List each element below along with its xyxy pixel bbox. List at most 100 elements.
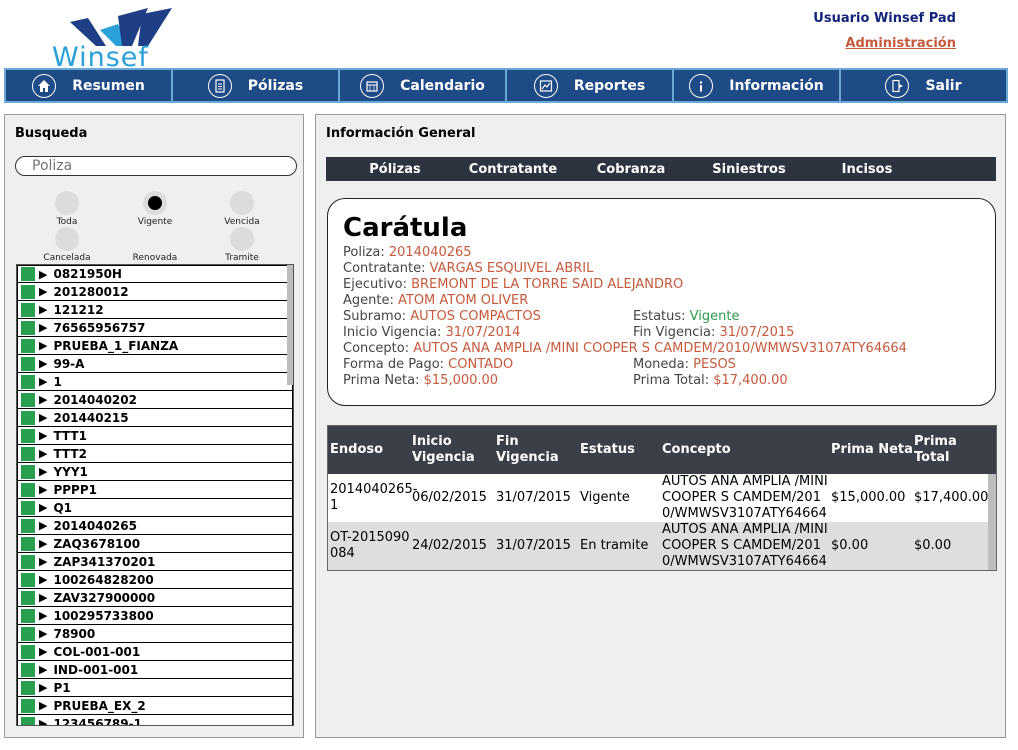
- nav-reportes[interactable]: Reportes: [507, 70, 674, 101]
- list-item-label: TTT1: [53, 428, 87, 443]
- list-item[interactable]: ▶ 121212: [17, 301, 293, 319]
- list-item[interactable]: ▶ TTT2: [17, 445, 293, 463]
- expand-arrow-icon[interactable]: ▶: [39, 411, 47, 424]
- expand-arrow-icon[interactable]: ▶: [39, 555, 47, 568]
- expand-arrow-icon[interactable]: ▶: [39, 321, 47, 334]
- filter-label: Cancelada: [43, 253, 91, 263]
- nav-resumen[interactable]: Resumen: [6, 70, 173, 101]
- tab-polizas[interactable]: Pólizas: [336, 157, 454, 181]
- list-item[interactable]: ▶ 0821950H: [17, 265, 293, 283]
- list-item[interactable]: ▶ PPPP1: [17, 481, 293, 499]
- status-marker: [21, 572, 35, 587]
- nav-polizas[interactable]: Pólizas: [173, 70, 340, 101]
- expand-arrow-icon[interactable]: ▶: [39, 519, 47, 532]
- expand-arrow-icon[interactable]: ▶: [39, 465, 47, 478]
- col-prima-total[interactable]: Prima Total: [914, 426, 996, 474]
- tab-cobranza[interactable]: Cobranza: [572, 157, 690, 181]
- status-marker: [21, 320, 35, 335]
- list-item[interactable]: ▶ 78900: [17, 625, 293, 643]
- expand-arrow-icon[interactable]: ▶: [39, 699, 47, 712]
- expand-arrow-icon[interactable]: ▶: [39, 501, 47, 514]
- status-marker: [21, 626, 35, 641]
- expand-arrow-icon[interactable]: ▶: [39, 375, 47, 388]
- chart-icon: [533, 73, 558, 98]
- endosos-table: Endoso Inicio Vigencia Fin Vigencia Esta…: [327, 425, 997, 571]
- list-item[interactable]: ▶ 100264828200: [17, 571, 293, 589]
- list-item[interactable]: ▶ PRUEBA_EX_2: [17, 697, 293, 715]
- expand-arrow-icon[interactable]: ▶: [39, 609, 47, 622]
- filter-renovada[interactable]: Renovada: [115, 227, 195, 263]
- filter-toda[interactable]: Toda: [27, 191, 107, 227]
- table-row[interactable]: OT-2015090084 24/02/2015 31/07/2015 En t…: [328, 522, 996, 570]
- field-value: VARGAS ESQUIVEL ABRIL: [429, 261, 594, 276]
- nav-calendario[interactable]: Calendario: [340, 70, 507, 101]
- expand-arrow-icon[interactable]: ▶: [39, 591, 47, 604]
- filter-vencida[interactable]: Vencida: [202, 191, 282, 227]
- tab-incisos[interactable]: Incisos: [808, 157, 926, 181]
- list-item[interactable]: ▶ P1: [17, 679, 293, 697]
- list-item[interactable]: ▶ IND-001-001: [17, 661, 293, 679]
- expand-arrow-icon[interactable]: ▶: [39, 717, 47, 725]
- expand-arrow-icon[interactable]: ▶: [39, 285, 47, 298]
- expand-arrow-icon[interactable]: ▶: [39, 268, 47, 281]
- expand-arrow-icon[interactable]: ▶: [39, 483, 47, 496]
- expand-arrow-icon[interactable]: ▶: [39, 537, 47, 550]
- list-item[interactable]: ▶ ZAQ3678100: [17, 535, 293, 553]
- col-prima-neta[interactable]: Prima Neta: [831, 426, 913, 474]
- expand-arrow-icon[interactable]: ▶: [39, 357, 47, 370]
- filter-vigente[interactable]: Vigente: [115, 191, 195, 227]
- table-scrollbar[interactable]: [988, 474, 996, 570]
- list-item[interactable]: ▶ 201280012: [17, 283, 293, 301]
- list-item-label: 1: [53, 374, 62, 389]
- col-inicio-vigencia[interactable]: Inicio Vigencia: [412, 426, 478, 474]
- list-item[interactable]: ▶ ZAV327900000: [17, 589, 293, 607]
- nav-informacion[interactable]: Información: [674, 70, 841, 101]
- expand-arrow-icon[interactable]: ▶: [39, 573, 47, 586]
- col-fin-vigencia[interactable]: Fin Vigencia: [496, 426, 582, 474]
- expand-arrow-icon[interactable]: ▶: [39, 339, 47, 352]
- admin-link[interactable]: Administración: [845, 36, 956, 51]
- list-item[interactable]: ▶ Q1: [17, 499, 293, 517]
- list-item[interactable]: ▶ PRUEBA_1_FIANZA: [17, 337, 293, 355]
- list-item-label: IND-001-001: [53, 662, 139, 677]
- expand-arrow-icon[interactable]: ▶: [39, 681, 47, 694]
- list-scrollbar[interactable]: [287, 265, 293, 385]
- list-item[interactable]: ▶ 76565956757: [17, 319, 293, 337]
- col-estatus[interactable]: Estatus: [580, 426, 660, 474]
- status-marker: [21, 356, 35, 371]
- tab-contratante[interactable]: Contratante: [454, 157, 572, 181]
- policy-results-list[interactable]: ▶ 0821950H ▶ 201280012 ▶ 121212 ▶ 76565956757 ▶ P…: [16, 264, 294, 726]
- list-item[interactable]: ▶ COL-001-001: [17, 643, 293, 661]
- expand-arrow-icon[interactable]: ▶: [39, 393, 47, 406]
- search-input[interactable]: [15, 156, 297, 176]
- filter-cancelada[interactable]: Cancelada: [27, 227, 107, 263]
- list-item[interactable]: ▶ 1: [17, 373, 293, 391]
- list-item[interactable]: ▶ 2014040265: [17, 517, 293, 535]
- exit-icon: [885, 73, 910, 98]
- list-item[interactable]: ▶ TTT1: [17, 427, 293, 445]
- list-item[interactable]: ▶ ZAP341370201: [17, 553, 293, 571]
- status-marker: [21, 284, 35, 299]
- list-item[interactable]: ▶ YYY1: [17, 463, 293, 481]
- radio-dot: [143, 191, 167, 215]
- list-item[interactable]: ▶ 123456789-1: [17, 715, 293, 725]
- list-item[interactable]: ▶ 2014040202: [17, 391, 293, 409]
- expand-arrow-icon[interactable]: ▶: [39, 645, 47, 658]
- expand-arrow-icon[interactable]: ▶: [39, 303, 47, 316]
- expand-arrow-icon[interactable]: ▶: [39, 663, 47, 676]
- nav-salir[interactable]: Salir: [841, 70, 1006, 101]
- table-row[interactable]: 2014040265-1 06/02/2015 31/07/2015 Vigen…: [328, 474, 996, 522]
- filter-tramite[interactable]: Tramite: [202, 227, 282, 263]
- field-key: Estatus:: [633, 309, 690, 324]
- expand-arrow-icon[interactable]: ▶: [39, 627, 47, 640]
- col-concepto[interactable]: Concepto: [662, 426, 822, 474]
- list-item[interactable]: ▶ 99-A: [17, 355, 293, 373]
- expand-arrow-icon[interactable]: ▶: [39, 429, 47, 442]
- col-endoso[interactable]: Endoso: [330, 426, 410, 474]
- list-item[interactable]: ▶ 201440215: [17, 409, 293, 427]
- cell-inicio: 06/02/2015: [412, 490, 487, 505]
- cell-endoso: OT-2015090084: [330, 530, 410, 561]
- list-item[interactable]: ▶ 100295733800: [17, 607, 293, 625]
- tab-siniestros[interactable]: Siniestros: [690, 157, 808, 181]
- expand-arrow-icon[interactable]: ▶: [39, 447, 47, 460]
